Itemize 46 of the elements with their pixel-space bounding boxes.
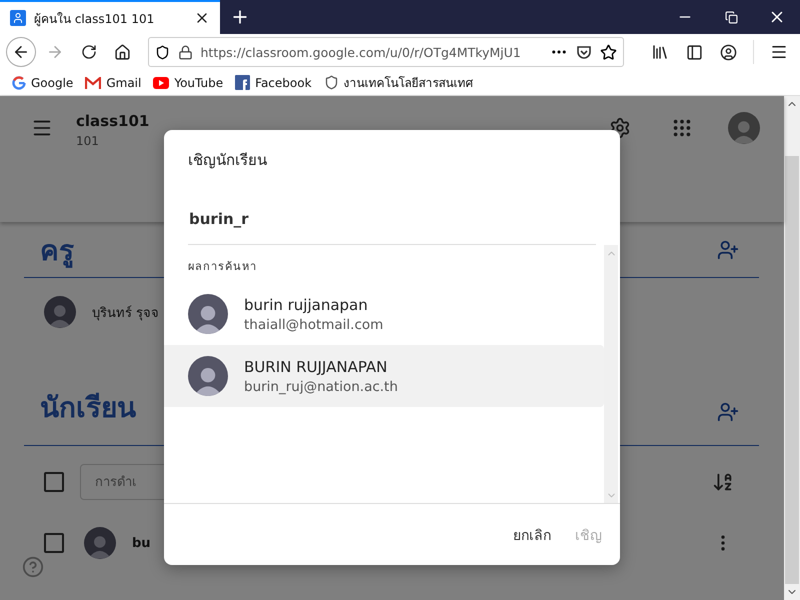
add-person-icon[interactable] <box>717 238 739 260</box>
address-bar[interactable]: https://classroom.google.com/u/0/r/OTg4MTkyMjU1 <box>148 37 624 67</box>
avatar-icon <box>44 296 76 328</box>
bookmark-link[interactable]: Gmail <box>85 76 142 90</box>
dialog-button[interactable]: ยกเลิก <box>505 516 559 554</box>
facebook-icon <box>235 75 250 90</box>
dialog-title: เชิญนักเรียน <box>187 150 268 171</box>
person-icon <box>10 10 26 26</box>
class-name: class101 <box>76 112 150 130</box>
url-text: https://classroom.google.com/u/0/r/OTg4MTkyMjU1 <box>200 44 522 60</box>
star-icon[interactable] <box>600 44 617 60</box>
lock-icon <box>178 44 192 60</box>
section-heading: นักเรียน <box>40 390 136 426</box>
tab-title: ผู้คนใน class101 101 <box>34 10 156 28</box>
person-name: BURIN RUJJANAPAN <box>244 358 388 376</box>
bookmark-link[interactable]: Google <box>12 76 74 90</box>
search-field[interactable]: burin_r <box>188 210 596 245</box>
scrollbar-thumb[interactable] <box>785 156 799 584</box>
person-name: burin rujjanapan <box>244 296 369 314</box>
browser-tab[interactable]: ผู้คนใน class101 101 <box>0 0 220 34</box>
student-name: bu <box>132 536 151 550</box>
section-heading: ครู <box>40 232 74 270</box>
pocket-icon[interactable] <box>576 44 592 60</box>
person-email: thaiall@hotmail.com <box>244 316 384 332</box>
checkbox[interactable] <box>44 533 64 553</box>
bookmark-link[interactable]: Facebook <box>235 75 312 90</box>
mail-icon <box>85 76 102 88</box>
add-person-icon[interactable] <box>717 401 739 423</box>
avatar-icon <box>84 527 116 559</box>
google-icon <box>12 76 26 90</box>
shield-icon <box>154 44 170 60</box>
results-label: ผลการค้นหา <box>187 259 258 275</box>
shield-icon <box>324 75 339 90</box>
result-item[interactable]: BURIN RUJJANAPAN burin_ruj@nation.ac.th <box>164 345 604 407</box>
teacher-name: บุรินทร์ รุจจ <box>92 304 160 322</box>
avatar-icon[interactable] <box>728 112 760 144</box>
bookmark-link[interactable]: งานเทคโนโลยีสารสนเทศ <box>324 73 474 92</box>
bookmark-link[interactable]: YouTube <box>153 76 224 90</box>
avatar-icon <box>188 356 228 396</box>
back-button[interactable] <box>6 37 36 67</box>
class-section: 101 <box>76 134 586 148</box>
person-email: burin_ruj@nation.ac.th <box>244 378 398 394</box>
play-icon <box>153 76 170 88</box>
avatar-icon <box>188 294 228 334</box>
checkbox[interactable] <box>44 472 64 492</box>
result-item[interactable]: burin rujjanapan thaiall@hotmail.com <box>164 283 604 345</box>
